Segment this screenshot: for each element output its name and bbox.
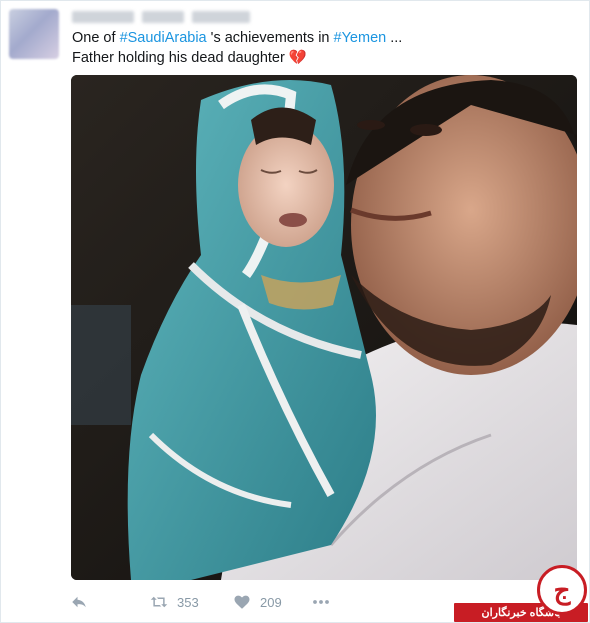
reply-button[interactable] [70, 591, 88, 613]
tweet-text-middle: 's achievements in [206, 30, 334, 46]
retweet-count: 353 [177, 594, 199, 610]
hashtag-link-saudiarabia[interactable]: #SaudiArabia [120, 30, 207, 46]
hashtag-link-yemen[interactable]: #Yemen [334, 30, 387, 46]
photo-illustration [71, 75, 577, 580]
retweet-icon [150, 596, 168, 608]
more-dots-icon [313, 600, 329, 604]
broken-heart-emoji: 💔 [288, 50, 307, 66]
tweet-line-1: One of #SaudiArabia 's achievements in #… [72, 28, 572, 48]
tweet-text-suffix: ... [386, 30, 403, 46]
retweet-button[interactable]: 353 [150, 591, 199, 613]
tweet-photo[interactable] [71, 75, 577, 580]
tweet-text-prefix: One of [72, 30, 120, 46]
tweet-actions: 353 209 [70, 591, 370, 615]
tweet-line-2: Father holding his dead daughter 💔 [72, 48, 572, 68]
tweet-text: One of #SaudiArabia 's achievements in #… [72, 28, 572, 68]
like-count: 209 [260, 594, 282, 610]
reply-icon [72, 596, 86, 608]
more-button[interactable] [312, 591, 330, 613]
heart-icon [234, 595, 250, 609]
avatar[interactable] [9, 9, 59, 59]
tweet-text-line-2: Father holding his dead daughter [72, 50, 289, 66]
author-name-blurred[interactable] [72, 8, 252, 24]
watermark-logo: ج [537, 565, 587, 615]
like-button[interactable]: 209 [233, 591, 282, 613]
